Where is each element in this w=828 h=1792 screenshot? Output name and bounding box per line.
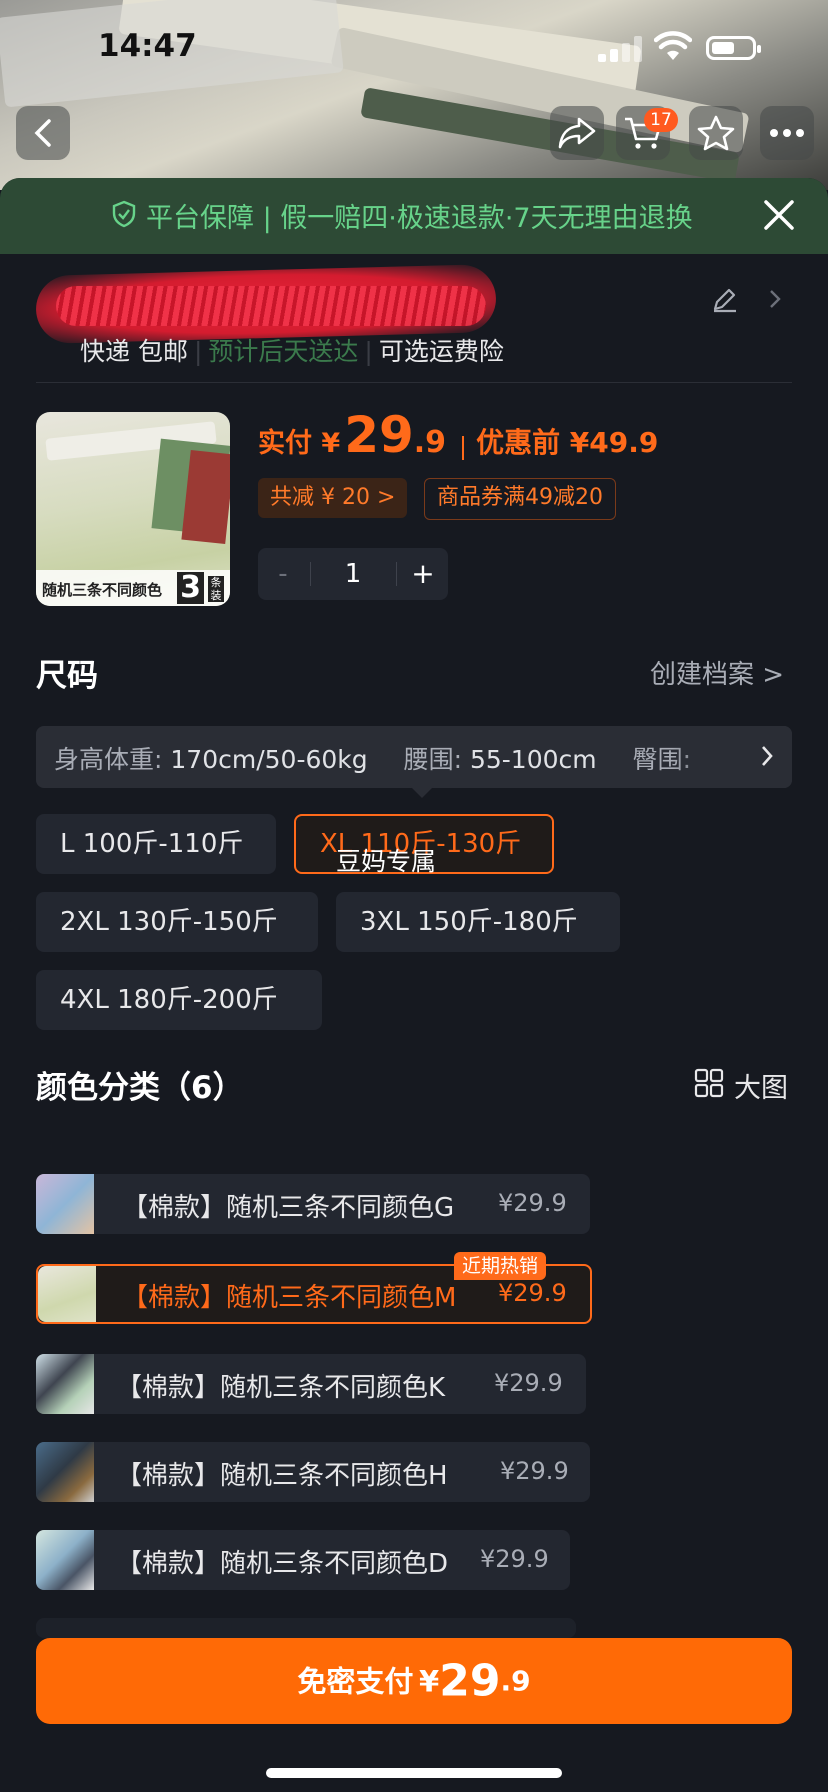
share-button[interactable] [550,106,604,160]
close-icon[interactable] [762,198,796,232]
color-name: 【棉款】随机三条不同颜色G [122,1193,455,1223]
pay-button[interactable]: 免密支付 ¥29.9 [36,1638,792,1724]
color-option-H[interactable]: 【棉款】随机三条不同颜色H ¥29.9 [36,1442,590,1502]
pay-price-integer: 29 [439,1655,501,1707]
coupon-tag: 商品券满49减20 [424,478,616,520]
back-button[interactable] [16,106,70,160]
measure-label-waist: 腰围: [403,745,463,774]
swatch-thumbnail [36,1442,94,1502]
battery-icon [706,36,761,60]
color-name: 【棉款】随机三条不同颜色H [116,1461,448,1491]
more-dots-icon [770,129,804,137]
thumbnail-unit: 条装 [208,576,224,602]
color-price: ¥29.9 [498,1279,567,1307]
discount-tag[interactable]: 共减 ¥ 20 > [258,478,408,518]
status-time: 14:47 [98,28,197,64]
shipping-insurance: 可选运费险 [378,337,504,366]
quantity-value[interactable]: 1 [310,548,396,600]
status-bar: 14:47 [0,0,828,100]
price-before-discount: 优惠前 ¥49.9 [476,426,659,459]
price-divider [462,435,465,460]
size-option-4XL[interactable]: 4XL 180斤-200斤 [36,970,322,1030]
more-button[interactable] [760,106,814,160]
share-icon [558,117,596,149]
color-price: ¥29.9 [498,1189,567,1217]
quantity-decrement-button[interactable]: - [258,548,308,600]
quantity-stepper: - 1 + [258,548,448,600]
color-name: 【棉款】随机三条不同颜色D [116,1549,449,1579]
color-option-D[interactable]: 【棉款】随机三条不同颜色D ¥29.9 [36,1530,570,1590]
shipping-method: 快递 包邮 [80,337,188,366]
color-option-G[interactable]: 【棉款】随机三条不同颜色G ¥29.9 [36,1174,590,1234]
size-option-3XL[interactable]: 3XL 150斤-180斤 [336,892,620,952]
guarantee-text: 平台保障 | 假一赔四·极速退款·7天无理由退换 [146,203,693,234]
swatch-thumbnail [36,1530,94,1590]
thumbnail-caption: 随机三条不同颜色 [42,581,163,599]
size-note-overlay: 豆妈专属 [336,847,437,876]
measurement-caret [410,786,434,798]
edit-icon[interactable] [710,284,740,314]
color-option-partial [36,1618,576,1638]
measure-value-waist: 55-100cm [469,745,597,774]
size-option-2XL[interactable]: 2XL 130斤-150斤 [36,892,318,952]
create-profile-link[interactable]: 创建档案 > [650,654,784,691]
measurement-fade [672,726,792,788]
color-option-K[interactable]: 【棉款】随机三条不同颜色K ¥29.9 [36,1354,586,1414]
color-name: 【棉款】随机三条不同颜色M [122,1283,457,1313]
chevron-left-icon [34,119,51,147]
wifi-icon [654,31,692,60]
swatch-thumbnail [38,1266,96,1322]
thumbnail-count: 3 [177,572,204,604]
hot-sale-badge: 近期热销 [454,1252,547,1280]
product-thumbnail[interactable]: 随机三条不同颜色 3 条装 [36,412,230,606]
price-decimal: .9 [413,425,447,460]
signal-icon [598,36,642,62]
shield-check-icon [112,200,136,228]
chevron-right-icon [762,746,773,766]
pay-label: 免密支付 [297,1664,414,1699]
color-section-title: 颜色分类（6） [36,1070,244,1106]
home-indicator [266,1768,562,1778]
color-price: ¥29.9 [480,1545,549,1573]
actual-price-label: 实付 ¥ [258,428,341,459]
shipping-info: 快递 包邮 | 预计后天送达 | 可选运费险 [80,337,504,366]
sku-selection-sheet: 平台保障 | 假一赔四·极速退款·7天无理由退换 快递 包邮 | 预计后天送达 | 可选… [0,178,828,1792]
measurement-text: 身高体重: 170cm/50-60kg 腰围: 55-100cm 臀围: [54,740,691,776]
price-line: 实付 ¥29.9 优惠前 ¥49.9 [258,406,658,464]
body-measurement-bar[interactable]: 身高体重: 170cm/50-60kg 腰围: 55-100cm 臀围: [36,726,792,788]
swatch-thumbnail [36,1354,94,1414]
view-large-label: 大图 [734,1073,788,1104]
size-option-L[interactable]: L 100斤-110斤 [36,814,276,874]
chevron-right-icon [770,290,781,308]
quantity-increment-button[interactable]: + [398,548,448,600]
pay-price-decimal: .9 [500,1664,531,1698]
color-name: 【棉款】随机三条不同颜色K [116,1373,446,1403]
swatch-thumbnail [36,1174,94,1234]
star-icon [697,115,735,151]
price-integer: 29 [344,406,414,464]
guarantee-banner: 平台保障 | 假一赔四·极速退款·7天无理由退换 [0,178,828,254]
redaction-scribble [56,286,486,326]
color-price: ¥29.9 [500,1457,569,1485]
favorite-button[interactable] [689,106,743,160]
pay-currency: ¥ [419,1664,440,1699]
measure-label-height-weight: 身高体重: [54,745,163,774]
cart-count-badge: 17 [644,108,678,132]
grid-icon [694,1068,724,1098]
delivery-estimate: 预计后天送达 [208,337,359,366]
size-section-title: 尺码 [36,658,98,694]
color-price: ¥29.9 [494,1369,563,1397]
measure-value-height-weight: 170cm/50-60kg [170,745,368,774]
stepper-divider [396,562,397,586]
